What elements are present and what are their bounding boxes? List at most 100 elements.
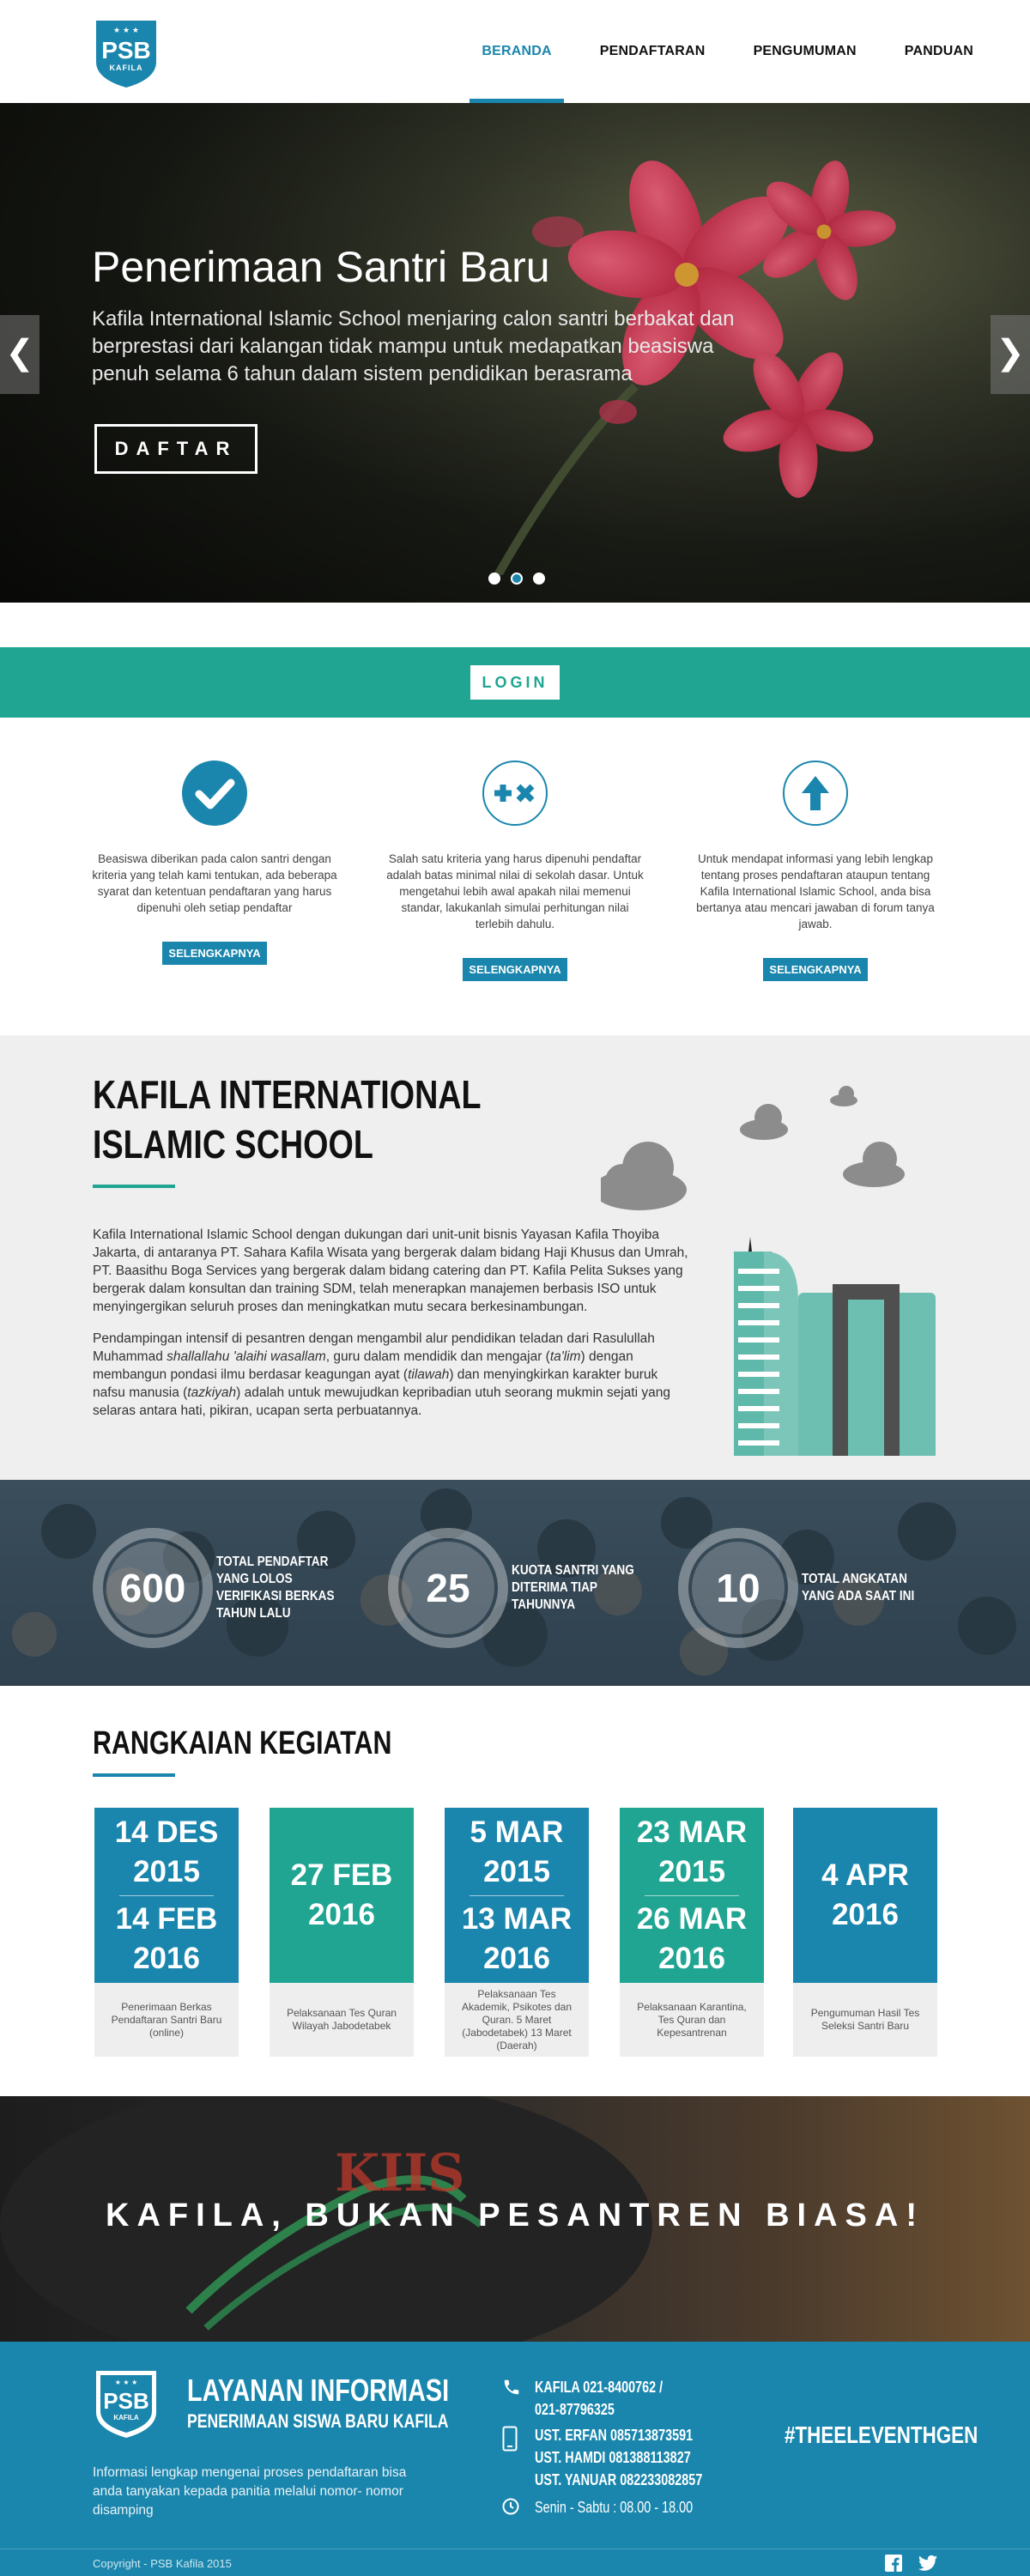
footer-logo: ★ ★ ★ PSB KAFILA [96, 2371, 156, 2438]
event-card: 27 FEB 2016 Pelaksanaan Tes Quran Wilaya… [270, 1808, 414, 2057]
stat-value: 600 [106, 1542, 199, 1634]
about-title-line2: ISLAMIC SCHOOL [93, 1122, 373, 1167]
feature-criteria: Beasiswa diberikan pada calon santri den… [86, 759, 343, 965]
daftar-button[interactable]: DAFTAR [94, 424, 258, 474]
svg-text:PSB: PSB [103, 2388, 148, 2414]
event-date: 23 MAR 2015 26 MAR 2016 [620, 1808, 764, 1983]
event-date-separator [119, 1894, 214, 1896]
event-description: Pelaksanaan Tes Akademik, Psikotes dan Q… [461, 1987, 573, 2052]
event-date-start: 5 MAR 2015 [470, 1815, 564, 1888]
event-description: Pengumuman Hasil Tes Seleksi Santri Baru [810, 2007, 920, 2032]
footer-bottom-bar: Copyright - PSB Kafila 2015 [0, 2549, 1030, 2576]
hero-title: Penerimaan Santri Baru [92, 243, 550, 291]
about-divider [93, 1185, 175, 1188]
banner-slogan: KAFILA, BUKAN PESANTREN BIASA! [106, 2197, 924, 2234]
site-header: ★ ★ ★ PSB KAFILA BERANDA PENDAFTARAN PEN… [0, 0, 1030, 103]
slider-dot-3[interactable] [533, 573, 545, 585]
slider-dot-2[interactable] [511, 573, 523, 585]
svg-text:KAFILA: KAFILA [113, 2414, 139, 2421]
login-bar: LOGIN [0, 647, 1030, 718]
contact-hours: Senin - Sabtu : 08.00 - 18.00 [502, 2496, 760, 2519]
events-divider [93, 1773, 175, 1777]
main-nav: BERANDA PENDAFTARAN PENGUMUMAN PANDUAN [470, 0, 985, 103]
event-date-end: 13 MAR 2016 [461, 1901, 573, 1975]
nav-beranda[interactable]: BERANDA [470, 0, 565, 103]
event-date-start: 27 FEB 2016 [290, 1858, 393, 1931]
stat-value: 10 [692, 1542, 785, 1634]
events-title: RANGKAIAN KEGIATAN [93, 1725, 392, 1761]
nav-pengumuman[interactable]: PENGUMUMAN [742, 0, 869, 103]
city-building-illustration [601, 1086, 936, 1456]
office-hours: Senin - Sabtu : 08.00 - 18.00 [535, 2499, 694, 2516]
hero-description: Kafila International Islamic School menj… [92, 307, 735, 385]
mobile-icon [502, 2424, 535, 2456]
login-button[interactable]: LOGIN [470, 665, 560, 700]
about-title-line1: KAFILA INTERNATIONAL [93, 1072, 482, 1117]
arrow-up-icon [783, 761, 848, 826]
event-description: Penerimaan Berkas Pendaftaran Santri Bar… [111, 2000, 222, 2039]
logo-text: PSB [101, 37, 151, 64]
stat-label: KUOTA SANTRI YANG DITERIMA TIAP TAHUNNYA [512, 1563, 634, 1612]
svg-text:★ ★ ★: ★ ★ ★ [115, 2379, 138, 2386]
svg-text:KIIS: KIIS [335, 2143, 465, 2203]
event-card: 4 APR 2016 Pengumuman Hasil Tes Seleksi … [793, 1808, 937, 2057]
stats-section: 600 TOTAL PENDAFTAR YANG LOLOS VERIFIKAS… [0, 1480, 1030, 1686]
facebook-icon[interactable] [884, 2555, 903, 2572]
svg-text:★ ★ ★: ★ ★ ★ [113, 27, 139, 35]
slider-next-button[interactable]: ❯ [991, 315, 1030, 394]
event-date-start: 23 MAR 2015 [636, 1815, 748, 1888]
stat-value: 25 [402, 1542, 494, 1634]
footer-hashtag: #THEELEVENTHGEN [785, 2421, 978, 2448]
event-description: Pelaksanaan Tes Quran Wilayah Jabodetabe… [287, 2007, 397, 2032]
hero-slider: Penerimaan Santri Baru Kafila Internatio… [0, 103, 1030, 603]
chevron-left-icon: ❮ [5, 334, 34, 372]
event-date-separator [645, 1894, 739, 1896]
twitter-icon[interactable] [918, 2555, 937, 2572]
contact-mobile: UST. ERFAN 085713873591 UST. HAMDI 081388… [502, 2424, 760, 2491]
event-date: 4 APR 2016 [793, 1808, 937, 1983]
footer-title: LAYANAN INFORMASI [187, 2373, 450, 2408]
event-description: Pelaksanaan Karantina, Tes Quran dan Kep… [637, 2000, 747, 2039]
stat-label: TOTAL ANGKATAN YANG ADA SAAT INI [802, 1572, 915, 1603]
selengkapnya-button[interactable]: SELENGKAPNYA [162, 942, 267, 965]
phone-icon [502, 2376, 535, 2401]
cloud-icon [601, 1142, 687, 1210]
slider-prev-button[interactable]: ❮ [0, 315, 39, 394]
event-date: 5 MAR 2015 13 MAR 2016 [445, 1808, 589, 1983]
nav-panduan[interactable]: PANDUAN [893, 0, 985, 103]
nav-pendaftaran[interactable]: PENDAFTARAN [588, 0, 718, 103]
event-date-end: 14 FEB 2016 [115, 1901, 218, 1975]
phone-number-2: 021-87796325 [535, 2401, 615, 2418]
feature-forum: Untuk mendapat informasi yang lebih leng… [687, 759, 944, 981]
check-icon [182, 761, 247, 826]
contact-phone: KAFILA 021-8400762 / 021-87796325 [502, 2376, 760, 2421]
slogan-banner: KIIS KAFILA, BUKAN PESANTREN BIASA! [0, 2096, 1030, 2342]
event-date-end: 26 MAR 2016 [636, 1901, 748, 1975]
stat-kuota: 25 KUOTA SANTRI YANG DITERIMA TIAP TAHUN… [388, 1528, 657, 1648]
event-card: 23 MAR 2015 26 MAR 2016 Pelaksanaan Kara… [620, 1808, 764, 2057]
event-date: 14 DES 2015 14 FEB 2016 [94, 1808, 239, 1983]
feature-text: Salah satu kriteria yang harus dipenuhi … [386, 852, 644, 930]
feature-text: Beasiswa diberikan pada calon santri den… [92, 852, 337, 914]
footer-subtitle: PENERIMAAN SISWA BARU KAFILA [187, 2410, 449, 2432]
psb-kafila-logo[interactable]: ★ ★ ★ PSB KAFILA [93, 19, 160, 89]
feature-text: Untuk mendapat informasi yang lebih leng… [696, 852, 935, 930]
selengkapnya-button[interactable]: SELENGKAPNYA [763, 958, 868, 981]
about-title: KAFILA INTERNATIONAL ISLAMIC SCHOOL [93, 1070, 482, 1169]
event-date: 27 FEB 2016 [270, 1808, 414, 1983]
mobile-number-3: UST. YANUAR 082233082857 [535, 2471, 703, 2488]
slider-dot-1[interactable] [488, 573, 500, 585]
event-date-start: 4 APR 2016 [821, 1858, 909, 1931]
clock-icon [502, 2496, 535, 2519]
logo-sub: KAFILA [110, 64, 143, 72]
event-card: 5 MAR 2015 13 MAR 2016 Pelaksanaan Tes A… [445, 1808, 589, 2057]
contact-list: KAFILA 021-8400762 / 021-87796325 UST. ER… [502, 2376, 760, 2519]
feature-simulation: Salah satu kriteria yang harus dipenuhi … [386, 759, 644, 981]
event-card: 14 DES 2015 14 FEB 2016 Penerimaan Berka… [94, 1808, 239, 2057]
stat-angkatan: 10 TOTAL ANGKATAN YANG ADA SAAT INI [678, 1528, 948, 1648]
plus-times-icon [482, 761, 548, 826]
site-footer: ★ ★ ★ PSB KAFILA LAYANAN INFORMASI PENER… [0, 2342, 1030, 2576]
mobile-number-2: UST. HAMDI 081388113827 [535, 2449, 691, 2466]
stat-label: TOTAL PENDAFTAR YANG LOLOS VERIFIKASI BE… [216, 1555, 335, 1621]
selengkapnya-button[interactable]: SELENGKAPNYA [463, 958, 567, 981]
